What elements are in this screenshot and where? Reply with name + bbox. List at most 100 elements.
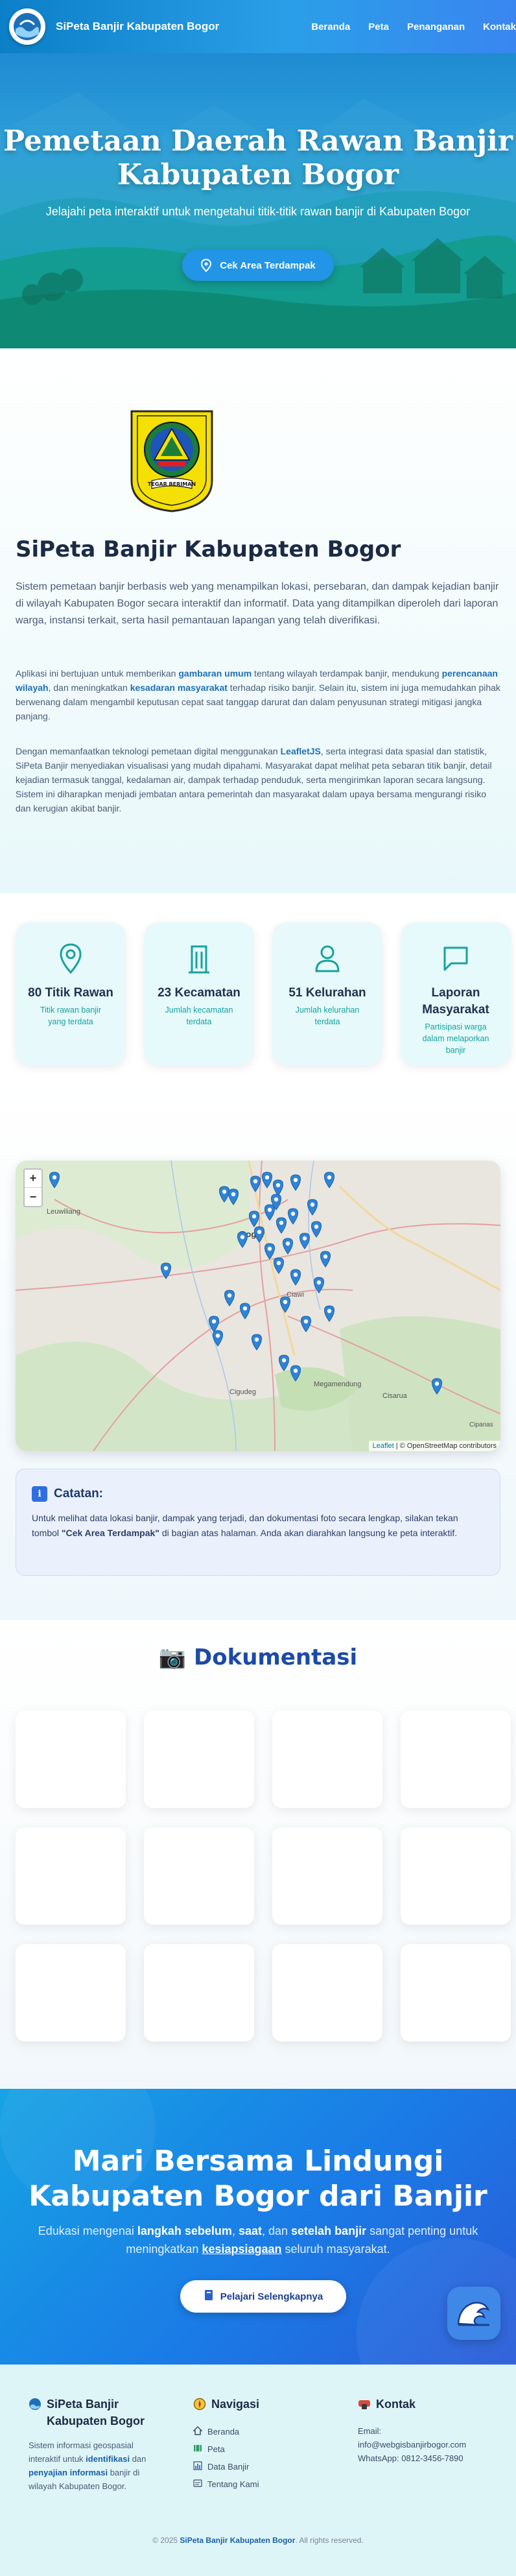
learn-more-label: Pelajari Selengkapnya bbox=[220, 2291, 323, 2302]
home-icon bbox=[193, 2426, 203, 2437]
map-place-label: Megamendung bbox=[314, 1380, 361, 1388]
brand-logo-icon[interactable] bbox=[9, 8, 45, 45]
doc-card[interactable] bbox=[272, 1827, 382, 1925]
flood-marker-dot bbox=[264, 1175, 270, 1180]
hero-section: Pemetaan Daerah Rawan Banjir Kabupaten B… bbox=[0, 53, 516, 348]
bogor-regency-emblem: TEGAR BERIMAN bbox=[130, 410, 213, 512]
doc-card[interactable] bbox=[272, 1711, 382, 1808]
about-title: SiPeta Banjir Kabupaten Bogor bbox=[16, 536, 401, 562]
flood-marker-dot bbox=[252, 1214, 257, 1219]
flood-marker-dot bbox=[327, 1175, 332, 1180]
stat-label: Partisipasi warga dalam melaporkan banji… bbox=[422, 1022, 489, 1055]
footer-navigation: Navigasi Beranda Peta Data Banjir Tentan… bbox=[193, 2396, 323, 2493]
footer: SiPeta Banjir Kabupaten Bogor Sistem inf… bbox=[0, 2365, 516, 2576]
stat-card-villages: 51 Kelurahan Jumlah kelurahan terdata bbox=[272, 922, 382, 1065]
map-tiles[interactable]: Leuwiliang Bogor Cigudeg Megamendung Cis… bbox=[16, 1161, 500, 1451]
stat-label: Jumlah kecamatan terdata bbox=[165, 1005, 233, 1026]
nav-link-kontak[interactable]: Kontak bbox=[483, 21, 516, 32]
flood-marker-dot bbox=[242, 1306, 248, 1311]
doc-card[interactable] bbox=[272, 1944, 382, 2041]
flood-marker-dot bbox=[163, 1266, 169, 1271]
leaflet-link[interactable]: Leaflet bbox=[373, 1442, 394, 1450]
cta-section: Mari Bersama Lindungi Kabupaten Bogor da… bbox=[0, 2089, 516, 2365]
footer-link-data-banjir[interactable]: Data Banjir bbox=[193, 2458, 323, 2475]
flood-marker-dot bbox=[281, 1358, 287, 1363]
nav-links: Beranda Peta Penanganan Kontak bbox=[311, 0, 516, 53]
flood-marker-dot bbox=[327, 1308, 332, 1314]
stat-label: Titik rawan banjir yang terdata bbox=[40, 1005, 101, 1026]
map-place-label: Cipanas bbox=[469, 1421, 493, 1428]
hero-subtitle: Jelajahi peta interaktif untuk mengetahu… bbox=[45, 205, 471, 218]
logo-icon bbox=[29, 2396, 41, 2415]
flood-marker-dot bbox=[302, 1236, 307, 1241]
doc-card[interactable] bbox=[144, 1711, 254, 1808]
info-card-icon bbox=[193, 2479, 202, 2490]
footer-link-beranda[interactable]: Beranda bbox=[193, 2423, 323, 2440]
chat-icon bbox=[401, 941, 511, 977]
flood-marker-dot bbox=[267, 1207, 272, 1212]
check-area-button-label: Cek Area Terdampak bbox=[220, 259, 316, 271]
nav-link-beranda[interactable]: Beranda bbox=[311, 21, 350, 32]
footer-contact-title: Kontak bbox=[376, 2398, 416, 2411]
flood-marker-dot bbox=[314, 1224, 319, 1229]
footer-whatsapp[interactable]: WhatsApp: 0812-3456-7890 bbox=[358, 2451, 500, 2465]
learn-more-button[interactable]: Pelajari Selengkapnya bbox=[180, 2280, 346, 2313]
doc-card[interactable] bbox=[401, 1827, 511, 1925]
wave-icon[interactable] bbox=[447, 2287, 500, 2340]
flood-map[interactable]: Leuwiliang Bogor Cigudeg Megamendung Cis… bbox=[16, 1161, 500, 1451]
check-area-button[interactable]: Cek Area Terdampak bbox=[182, 250, 334, 281]
flood-marker-dot bbox=[310, 1202, 315, 1207]
footer-link-tentang-kami[interactable]: Tentang Kami bbox=[193, 2475, 323, 2493]
flood-marker-dot bbox=[231, 1192, 236, 1197]
map-place-label: Cigudeg bbox=[229, 1388, 256, 1396]
docs-title: 📷 Dokumentasi bbox=[158, 1644, 358, 1670]
about-section: TEGAR BERIMAN SiPeta Banjir Kabupaten Bo… bbox=[0, 348, 516, 893]
doc-card[interactable] bbox=[401, 1711, 511, 1808]
phone-icon bbox=[358, 2396, 371, 2415]
flood-marker-dot bbox=[303, 1319, 309, 1324]
about-paragraph-1: Sistem pemetaan banjir berbasis web yang… bbox=[16, 581, 499, 626]
brand-name[interactable]: SiPeta Banjir Kabupaten Bogor bbox=[56, 20, 219, 33]
stat-value: 80 Titik Rawan bbox=[28, 986, 113, 1000]
map-pin-icon bbox=[16, 941, 126, 977]
navbar: SiPeta Banjir Kabupaten Bogor Beranda Pe… bbox=[0, 0, 516, 53]
footer-contact: Kontak Email: info@webgisbanjirbogor.com… bbox=[358, 2396, 500, 2465]
flood-marker-dot bbox=[211, 1319, 217, 1324]
footer-link-peta[interactable]: Peta bbox=[193, 2440, 323, 2458]
building-icon bbox=[144, 941, 254, 977]
doc-card[interactable] bbox=[144, 1827, 254, 1925]
about-paragraph-2: Aplikasi ini bertujuan untuk memberikan … bbox=[16, 668, 500, 721]
zoom-in-button[interactable]: + bbox=[25, 1170, 41, 1188]
camera-icon: 📷 bbox=[158, 1644, 187, 1670]
flood-marker-dot bbox=[283, 1299, 288, 1305]
footer-email[interactable]: info@webgisbanjirbogor.com bbox=[358, 2438, 500, 2451]
copyright: © 2025 SiPeta Banjir Kabupaten Bogor. Al… bbox=[152, 2536, 364, 2545]
doc-card[interactable] bbox=[144, 1944, 254, 2041]
nav-link-penanganan[interactable]: Penanganan bbox=[407, 21, 465, 32]
cta-text: Edukasi mengenai langkah sebelum, saat, … bbox=[38, 2224, 478, 2256]
map-pin-icon bbox=[201, 259, 212, 272]
footer-about-title: SiPeta Banjir Kabupaten Bogor bbox=[47, 2398, 145, 2427]
stat-value: Laporan Masyarakat bbox=[422, 986, 489, 1017]
flood-marker-dot bbox=[254, 1337, 259, 1342]
stat-card-reports: Laporan Masyarakat Partisipasi warga dal… bbox=[401, 922, 511, 1065]
footer-about: SiPeta Banjir Kabupaten Bogor Sistem inf… bbox=[29, 2396, 165, 2493]
doc-card[interactable] bbox=[16, 1944, 126, 2041]
zoom-out-button[interactable]: − bbox=[25, 1188, 41, 1206]
hero-title: Pemetaan Daerah Rawan Banjir Kabupaten B… bbox=[3, 125, 513, 191]
doc-card[interactable] bbox=[401, 1944, 511, 2041]
flood-marker-dot bbox=[290, 1211, 296, 1216]
map-place-label: Cisarua bbox=[382, 1392, 408, 1400]
note-text: Untuk melihat data lokasi banjir, dampak… bbox=[32, 1513, 458, 1538]
doc-card[interactable] bbox=[16, 1827, 126, 1925]
stat-label: Jumlah kelurahan terdata bbox=[295, 1005, 360, 1026]
flood-marker-dot bbox=[316, 1280, 322, 1285]
map-place-label: Ciawi bbox=[287, 1291, 304, 1299]
flood-marker-dot bbox=[257, 1229, 262, 1234]
nav-link-peta[interactable]: Peta bbox=[368, 21, 389, 32]
flood-marker-dot bbox=[253, 1179, 258, 1184]
doc-card[interactable] bbox=[16, 1711, 126, 1808]
flood-marker-dot bbox=[52, 1175, 57, 1180]
flood-marker-dot bbox=[293, 1368, 298, 1373]
flood-marker-dot bbox=[293, 1177, 298, 1183]
